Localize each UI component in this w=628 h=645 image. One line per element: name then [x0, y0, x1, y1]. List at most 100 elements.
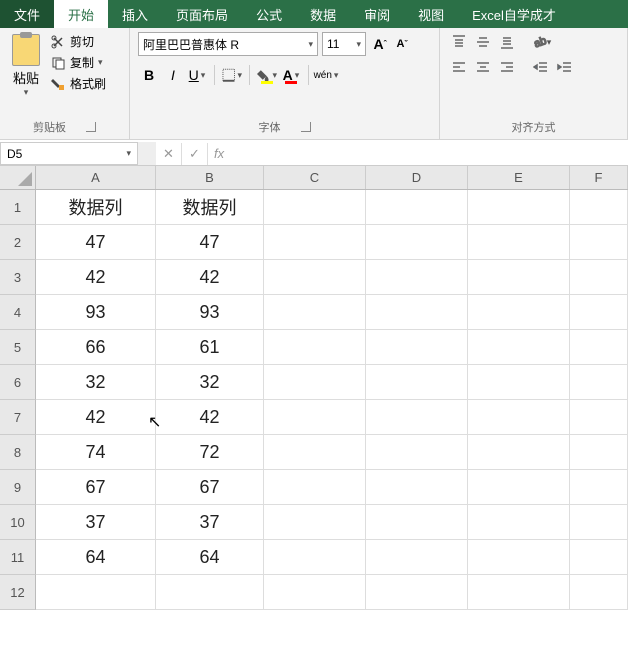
row-header[interactable]: 11 — [0, 540, 36, 575]
bold-button[interactable]: B — [138, 64, 160, 86]
row-header[interactable]: 2 — [0, 225, 36, 260]
row-header[interactable]: 4 — [0, 295, 36, 330]
cell[interactable] — [570, 190, 628, 225]
cell[interactable] — [366, 505, 468, 540]
shrink-font-button[interactable]: Aˇ — [392, 33, 412, 55]
cell[interactable] — [468, 435, 570, 470]
align-left-button[interactable] — [448, 58, 470, 78]
cell[interactable] — [156, 575, 264, 610]
cell[interactable] — [264, 435, 366, 470]
cell[interactable] — [264, 260, 366, 295]
cell[interactable] — [366, 365, 468, 400]
menu-data[interactable]: 数据 — [296, 0, 350, 28]
cell[interactable] — [264, 540, 366, 575]
dialog-launcher-icon[interactable] — [86, 122, 96, 132]
cell[interactable]: 67 — [156, 470, 264, 505]
row-header[interactable]: 9 — [0, 470, 36, 505]
menu-formula[interactable]: 公式 — [242, 0, 296, 28]
column-header[interactable]: D — [366, 166, 468, 189]
dialog-launcher-icon[interactable] — [301, 122, 311, 132]
cell[interactable] — [468, 190, 570, 225]
cut-button[interactable]: 剪切 — [48, 32, 108, 51]
cell[interactable] — [570, 365, 628, 400]
cell[interactable] — [468, 400, 570, 435]
cell[interactable] — [468, 505, 570, 540]
cell[interactable]: 61 — [156, 330, 264, 365]
row-header[interactable]: 12 — [0, 575, 36, 610]
cell[interactable] — [366, 575, 468, 610]
cell[interactable] — [366, 330, 468, 365]
enter-formula-button[interactable]: ✓ — [182, 143, 208, 165]
row-header[interactable]: 3 — [0, 260, 36, 295]
cell[interactable]: 37 — [36, 505, 156, 540]
underline-button[interactable]: U▾ — [186, 64, 208, 86]
increase-indent-button[interactable] — [554, 58, 576, 78]
cell[interactable] — [366, 295, 468, 330]
cell[interactable] — [570, 540, 628, 575]
row-header[interactable]: 5 — [0, 330, 36, 365]
cell[interactable] — [264, 330, 366, 365]
fx-icon[interactable]: fx — [208, 146, 230, 161]
orientation-button[interactable]: ab▾ — [530, 32, 552, 52]
cell[interactable] — [366, 260, 468, 295]
row-header[interactable]: 6 — [0, 365, 36, 400]
format-painter-button[interactable]: 格式刷 — [48, 74, 108, 93]
cell[interactable]: 42 — [156, 400, 264, 435]
cell[interactable] — [36, 575, 156, 610]
cell[interactable] — [468, 365, 570, 400]
italic-button[interactable]: I — [162, 64, 184, 86]
cell[interactable] — [264, 295, 366, 330]
cell[interactable] — [570, 225, 628, 260]
cell[interactable]: 67 — [36, 470, 156, 505]
cell[interactable] — [468, 540, 570, 575]
cell[interactable]: 64 — [36, 540, 156, 575]
cell[interactable] — [264, 470, 366, 505]
menu-layout[interactable]: 页面布局 — [162, 0, 242, 28]
menu-file[interactable]: 文件 — [0, 0, 54, 28]
cell[interactable]: 42 — [156, 260, 264, 295]
font-color-button[interactable]: A ▾ — [280, 64, 302, 86]
name-box[interactable]: D5 ▾ — [0, 142, 138, 165]
cell[interactable]: 47 — [36, 225, 156, 260]
cell[interactable] — [570, 470, 628, 505]
cell[interactable]: 42 — [36, 400, 156, 435]
cell[interactable] — [570, 330, 628, 365]
cell[interactable] — [570, 575, 628, 610]
cell[interactable] — [264, 505, 366, 540]
menu-custom[interactable]: Excel自学成才 — [458, 0, 570, 28]
cell[interactable] — [570, 295, 628, 330]
cell[interactable] — [570, 400, 628, 435]
cell[interactable]: 66 — [36, 330, 156, 365]
align-right-button[interactable] — [496, 58, 518, 78]
cell[interactable] — [366, 435, 468, 470]
cell[interactable] — [264, 575, 366, 610]
cell[interactable]: 64 — [156, 540, 264, 575]
cell[interactable]: 42 — [36, 260, 156, 295]
decrease-indent-button[interactable] — [530, 58, 552, 78]
align-top-button[interactable] — [448, 32, 470, 52]
cell[interactable]: 数据列 — [36, 190, 156, 225]
cell[interactable] — [366, 400, 468, 435]
paste-button[interactable]: 粘贴 ▾ — [8, 32, 44, 100]
cell[interactable] — [264, 400, 366, 435]
cell[interactable]: 数据列 — [156, 190, 264, 225]
cell[interactable]: 32 — [36, 365, 156, 400]
select-all-corner[interactable] — [0, 166, 36, 190]
phonetic-button[interactable]: wén ▾ — [315, 64, 337, 86]
align-middle-button[interactable] — [472, 32, 494, 52]
font-name-combo[interactable]: 阿里巴巴普惠体 R ▾ — [138, 32, 318, 56]
cell[interactable] — [468, 470, 570, 505]
cell[interactable] — [264, 365, 366, 400]
row-header[interactable]: 10 — [0, 505, 36, 540]
copy-button[interactable]: 复制 ▾ — [48, 53, 108, 72]
cell[interactable] — [570, 260, 628, 295]
column-header[interactable]: C — [264, 166, 366, 189]
align-bottom-button[interactable] — [496, 32, 518, 52]
cell[interactable] — [468, 260, 570, 295]
cell[interactable] — [468, 575, 570, 610]
cell[interactable] — [366, 540, 468, 575]
row-header[interactable]: 7 — [0, 400, 36, 435]
cell[interactable] — [570, 505, 628, 540]
border-button[interactable]: ▾ — [221, 64, 243, 86]
cell[interactable] — [366, 470, 468, 505]
